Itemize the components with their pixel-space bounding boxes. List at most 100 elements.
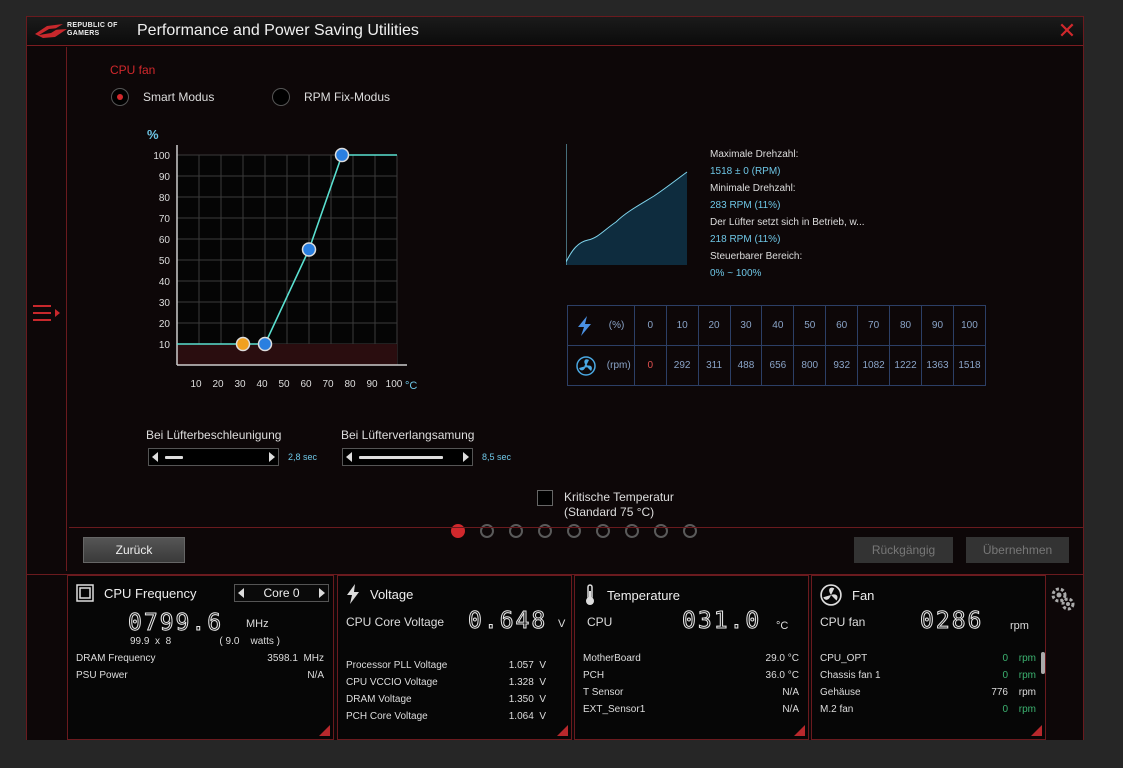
- monitor-row-number: 0: [1002, 704, 1008, 715]
- radio-rpm-dot[interactable]: [272, 88, 290, 106]
- temperature-main-value: 031.0: [681, 608, 762, 635]
- curve-point-handle[interactable]: [235, 336, 251, 352]
- core-selector[interactable]: Core 0: [234, 584, 329, 602]
- start-speed-value: 218 RPM (11%): [710, 234, 781, 245]
- x-tick-label: 50: [278, 379, 290, 390]
- monitor-row-number: 776: [991, 687, 1008, 698]
- lightning-icon: [347, 584, 359, 604]
- y-tick-label: 90: [159, 172, 171, 183]
- x-tick-label: 40: [256, 379, 268, 390]
- monitor-row-unit: rpm: [1016, 687, 1036, 698]
- curve-point-handle[interactable]: [301, 242, 317, 257]
- monitor-row: T Sensor N/A: [583, 687, 799, 698]
- accel-left-arrow-icon[interactable]: [152, 452, 158, 462]
- fan-panel-corner-icon[interactable]: [1031, 725, 1042, 736]
- monitor-row-unit: rpm: [1016, 704, 1036, 715]
- accel-slider[interactable]: [148, 448, 279, 466]
- critical-temp-checkbox[interactable]: [537, 490, 553, 506]
- monitor-row-number: 0: [1002, 670, 1008, 681]
- fan-curve-graph[interactable]: 10 20 30 40 50 60 70 80 90 100 10 20 30 40 50 60 70 80 90 1…: [139, 117, 439, 392]
- monitor-row: Chassis fan 1 0 rpm: [820, 670, 1036, 681]
- monitor-row: DRAM Frequency 3598.1 MHz: [76, 653, 324, 664]
- core-next-arrow-icon[interactable]: [319, 588, 325, 598]
- monitor-bar: CPU Frequency Core 0 0799.6 MHz 99.9 x 8…: [27, 574, 1083, 740]
- temperature-panel-corner-icon[interactable]: [794, 725, 805, 736]
- radio-smart-dot[interactable]: [111, 88, 129, 106]
- radio-smart-label: Smart Modus: [143, 90, 215, 104]
- divider: [69, 527, 1083, 528]
- fan-scrollbar[interactable]: [1041, 652, 1045, 674]
- core-prev-arrow-icon[interactable]: [238, 588, 244, 598]
- percent-cell: 10: [665, 305, 699, 346]
- curve-point-handle[interactable]: [257, 336, 273, 352]
- apply-button[interactable]: Übernehmen: [966, 537, 1069, 563]
- temperature-panel-header: Temperature: [583, 584, 680, 606]
- voltage-main-value: 0.648: [467, 608, 548, 635]
- decel-slider[interactable]: [342, 448, 473, 466]
- monitor-row-unit: rpm: [1016, 670, 1036, 681]
- rpm-row: (rpm) 0 292 311 488 656 800 932 1082 1222 1363 151…: [567, 345, 987, 386]
- temperature-main-unit: °C: [776, 620, 789, 632]
- y-tick-label: 70: [159, 214, 171, 225]
- monitor-row: CPU VCCIO Voltage 1.328 V: [346, 677, 546, 688]
- x-unit-label: °C: [405, 380, 417, 392]
- curve-point-handle[interactable]: [334, 147, 350, 163]
- max-speed-value: 1518 ± 0 (RPM): [710, 166, 781, 177]
- monitor-row: PSU Power N/A: [76, 670, 324, 681]
- voltage-panel-corner-icon[interactable]: [557, 725, 568, 736]
- monitor-row: PCH 36.0 °C: [583, 670, 799, 681]
- y-tick-label: 100: [153, 151, 170, 162]
- thermometer-icon: [586, 584, 594, 605]
- back-button[interactable]: Zurück: [83, 537, 185, 563]
- monitor-row-value: N/A: [782, 704, 799, 715]
- cpu-panel-header: CPU Frequency: [76, 584, 196, 602]
- decel-left-arrow-icon[interactable]: [346, 452, 352, 462]
- radio-rpm-mode[interactable]: RPM Fix-Modus: [272, 88, 390, 106]
- monitor-row-value: 0 rpm: [1002, 653, 1036, 664]
- decel-right-arrow-icon[interactable]: [463, 452, 469, 462]
- rpm-cell: 656: [761, 345, 795, 386]
- x-tick-label: 10: [190, 379, 202, 390]
- monitor-row-label: DRAM Voltage: [346, 694, 412, 705]
- monitor-row: DRAM Voltage 1.350 V: [346, 694, 546, 705]
- voltage-main-label: CPU Core Voltage: [346, 615, 445, 629]
- temperature-panel-title: Temperature: [607, 587, 680, 603]
- rpm-cell: 0: [633, 345, 667, 386]
- gear-icon[interactable]: [1049, 585, 1077, 613]
- monitor-row-value: 29.0 °C: [765, 653, 799, 664]
- monitor-row-label: CPU VCCIO Voltage: [346, 677, 438, 688]
- range-value: 0% ~ 100%: [710, 268, 762, 279]
- radio-smart-mode[interactable]: Smart Modus: [111, 88, 214, 106]
- rpm-mini-graph: [566, 144, 688, 265]
- y-tick-label: 20: [159, 319, 171, 330]
- fan-info: Maximale Drehzahl: 1518 ± 0 (RPM) Minima…: [710, 146, 865, 282]
- critical-temp-label: Kritische Temperatur (Standard 75 °C): [564, 490, 674, 520]
- accel-right-arrow-icon[interactable]: [269, 452, 275, 462]
- range-label: Steuerbarer Bereich:: [710, 251, 803, 262]
- rpm-cell: 800: [793, 345, 827, 386]
- fan-panel: Fan CPU fan 0286 rpm CPU_OPT 0 rpm Chassis…: [811, 575, 1046, 740]
- fan-icon: [820, 584, 842, 606]
- fan-icon: [576, 355, 596, 376]
- monitor-row-value: 3598.1 MHz: [267, 653, 324, 664]
- brand-line-2: GAMERS: [67, 30, 100, 37]
- undo-button[interactable]: Rückgängig: [854, 537, 953, 563]
- rpm-cell: 292: [665, 345, 699, 386]
- critical-temp-line2: (Standard 75 °C): [564, 505, 655, 519]
- fan-main-value: 0286: [919, 608, 984, 635]
- title-bar: REPUBLIC OF GAMERS Performance and Power…: [27, 17, 1083, 46]
- rpm-table: (%) 0 10 20 30 40 50 60 70 80 90 100 (rpm) 0 292 311…: [567, 305, 987, 386]
- monitor-row-value: N/A: [307, 670, 324, 681]
- menu-icon[interactable]: [33, 303, 63, 323]
- close-icon[interactable]: ✕: [1057, 20, 1077, 42]
- monitor-row-label: PSU Power: [76, 670, 128, 681]
- monitor-row: EXT_Sensor1 N/A: [583, 704, 799, 715]
- x-tick-label: 20: [212, 379, 224, 390]
- cpu-panel-corner-icon[interactable]: [319, 725, 330, 736]
- x-tick-label: 90: [366, 379, 378, 390]
- temperature-panel: Temperature CPU 031.0 °C MotherBoard 29.0…: [574, 575, 809, 740]
- rpm-unit: (rpm): [606, 360, 631, 372]
- brand-line-1: REPUBLIC OF: [67, 22, 118, 29]
- x-tick-label: 80: [344, 379, 356, 390]
- brand-text: REPUBLIC OF GAMERS: [67, 22, 118, 38]
